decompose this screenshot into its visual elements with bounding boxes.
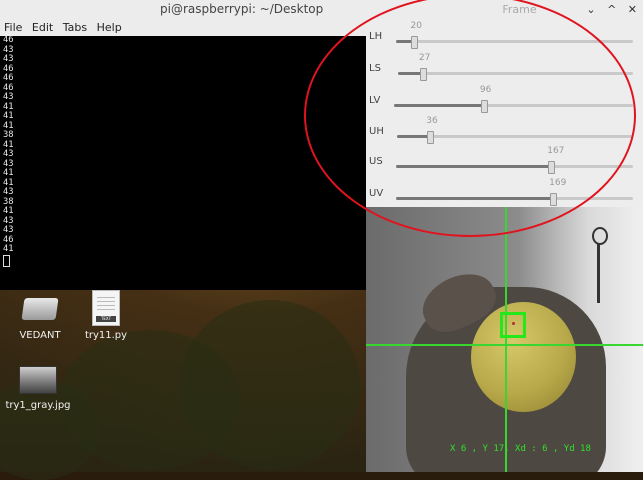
- window-controls: ⌄ ^ ✕: [578, 0, 637, 19]
- menu-file[interactable]: File: [4, 21, 22, 34]
- text-file-icon: TEXT: [92, 290, 120, 326]
- hook-shape: [592, 227, 608, 245]
- annotation-ellipse: [304, 0, 636, 237]
- desktop-icon-label: try1_gray.jpg: [5, 400, 71, 411]
- desktop-icon-label: try11.py: [84, 330, 128, 341]
- maximize-icon[interactable]: ^: [607, 3, 616, 16]
- terminal-line: 46: [3, 63, 14, 74]
- terminal-titlebar[interactable]: pi@raspberrypi: ~/Desktop: [0, 0, 366, 19]
- menu-help[interactable]: Help: [97, 21, 122, 34]
- detection-box: [500, 312, 526, 338]
- terminal-line: 43: [3, 158, 14, 169]
- image-file-icon: [19, 366, 57, 394]
- close-icon[interactable]: ✕: [628, 3, 637, 16]
- terminal-line: 43: [3, 44, 14, 55]
- desktop-icon-label: VEDANT: [19, 330, 61, 341]
- desktop-icon-vedant[interactable]: VEDANT: [10, 298, 70, 341]
- terminal-cursor: [3, 254, 10, 267]
- terminal-title: pi@raspberrypi: ~/Desktop: [160, 2, 324, 16]
- desktop-icon-try11[interactable]: TEXT try11.py: [76, 290, 136, 341]
- terminal-line: 43: [3, 54, 14, 65]
- terminal-line: 46: [3, 35, 14, 45]
- terminal-line: 41: [3, 244, 14, 255]
- terminal-line: 41: [3, 168, 14, 179]
- crosshair-vertical: [505, 207, 507, 472]
- tree-silhouette: [180, 300, 360, 470]
- terminal-line: 43: [3, 215, 14, 226]
- coordinates-readout: X 6 , Y 17, Xd : 6 , Yd 18: [450, 444, 591, 454]
- terminal-line: 43: [3, 225, 14, 236]
- camera-frame: X 6 , Y 17, Xd : 6 , Yd 18: [366, 207, 643, 472]
- drive-icon: [21, 298, 59, 320]
- detection-center: [512, 322, 515, 325]
- terminal-line: 46: [3, 234, 14, 245]
- terminal-line: 38: [3, 196, 14, 207]
- terminal-output[interactable]: 46 43 43 46 46 46 43 41 41 41 38 41 43 43 41 41 43 38 41 43…: [0, 35, 366, 290]
- file-tag: TEXT: [96, 316, 116, 322]
- desktop-icon-try1-gray[interactable]: try1_gray.jpg: [4, 366, 72, 411]
- minimize-icon[interactable]: ⌄: [586, 3, 595, 16]
- terminal-line: 43: [3, 187, 14, 198]
- terminal-line: 41: [3, 177, 14, 188]
- terminal-line: 41: [3, 206, 14, 217]
- menu-tabs[interactable]: Tabs: [63, 21, 87, 34]
- terminal-menubar: File Edit Tabs Help: [0, 19, 366, 36]
- menu-edit[interactable]: Edit: [32, 21, 53, 34]
- hook-stem: [597, 243, 600, 303]
